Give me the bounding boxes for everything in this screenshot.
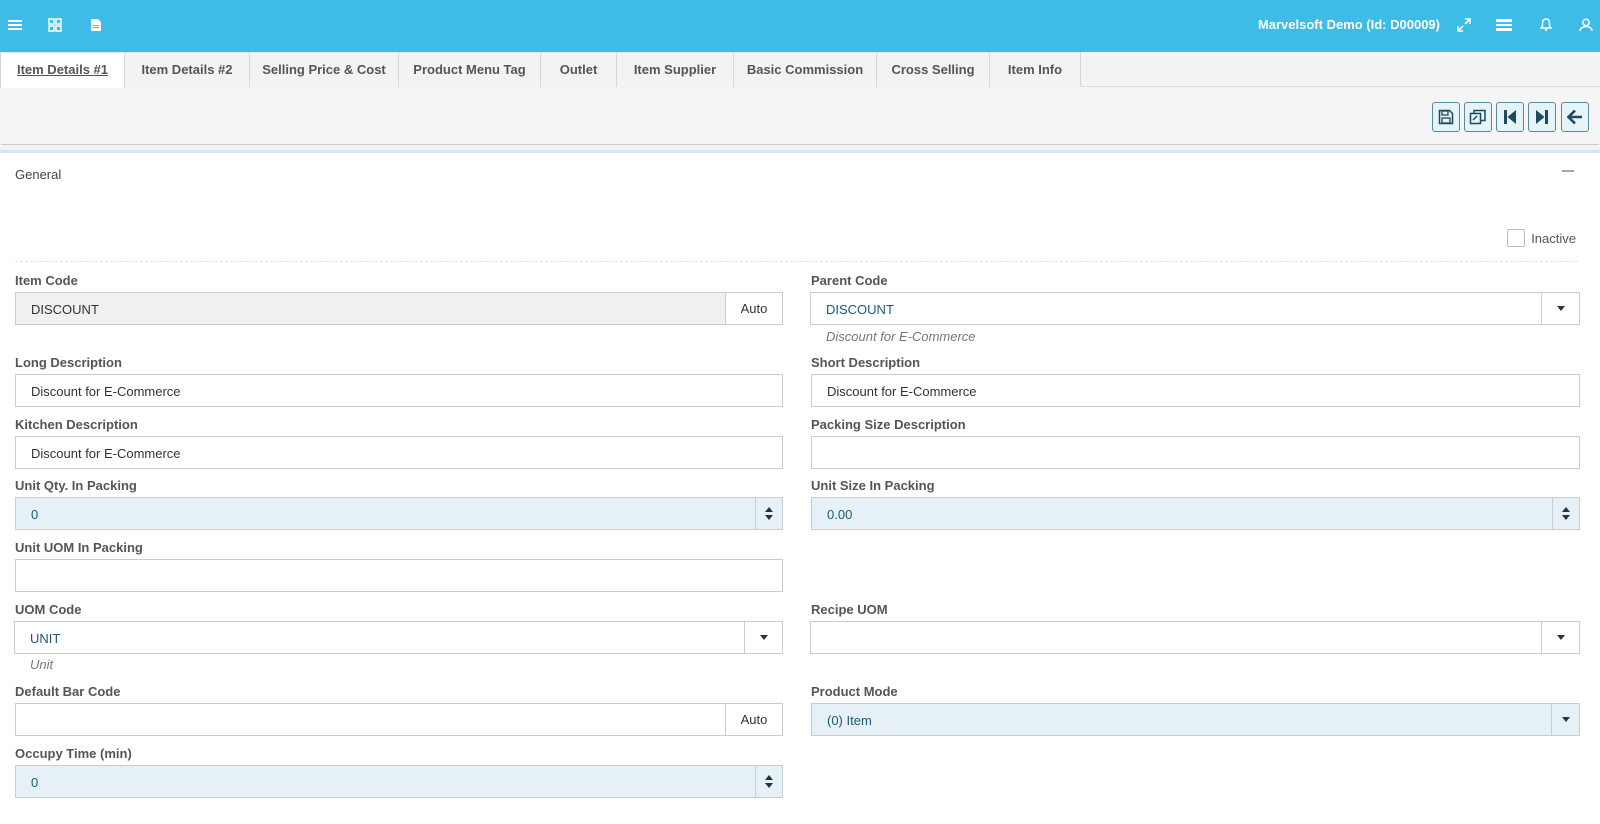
bell-icon[interactable] [1534, 13, 1558, 37]
occupy-time-label: Occupy Time (min) [15, 746, 132, 761]
grid-icon[interactable] [43, 13, 67, 37]
short-description-value: Discount for E-Commerce [827, 384, 977, 399]
parent-code-label: Parent Code [811, 273, 888, 288]
unit-qty-in-packing-value: 0 [31, 507, 39, 522]
unit-uom-in-packing-label: Unit UOM In Packing [15, 540, 143, 555]
unit-size-in-packing-value: 0.00 [827, 507, 853, 522]
occupy-time-stepper[interactable]: 0 [15, 765, 783, 798]
parent-code-select[interactable]: DISCOUNT [810, 292, 1580, 325]
tab-product-menu-tag[interactable]: Product Menu Tag [399, 52, 541, 87]
packing-size-description-input[interactable] [811, 436, 1580, 469]
top-bar: Marvelsoft Demo (Id: D00009) [0, 0, 1600, 52]
item-code-label: Item Code [15, 273, 78, 288]
copy-icon [1469, 109, 1486, 125]
checkbox-box[interactable] [1507, 229, 1526, 247]
save-icon [1438, 109, 1454, 125]
kitchen-description-value: Discount for E-Commerce [31, 446, 181, 461]
long-description-input[interactable]: Discount for E-Commerce [15, 374, 783, 407]
unit-size-in-packing-label: Unit Size In Packing [811, 478, 935, 493]
general-panel: General Inactive Item Code DISCOUNT Auto… [0, 150, 1600, 824]
copy-button[interactable] [1464, 102, 1492, 132]
stepper-arrows-icon[interactable] [1552, 498, 1579, 529]
product-mode-value: (0) Item [827, 713, 872, 728]
short-description-input[interactable]: Discount for E-Commerce [811, 374, 1580, 407]
unit-uom-in-packing-input[interactable] [15, 559, 783, 592]
panel-title: General [15, 167, 62, 182]
tab-item-details-2[interactable]: Item Details #2 [125, 52, 250, 87]
bar-code-auto-button[interactable]: Auto [725, 704, 782, 735]
first-record-button[interactable] [1496, 102, 1524, 132]
unit-qty-in-packing-label: Unit Qty. In Packing [15, 478, 137, 493]
settings-icon[interactable] [1492, 13, 1516, 37]
record-toolbar [1, 88, 1599, 145]
expand-icon[interactable] [1452, 13, 1476, 37]
unit-size-in-packing-stepper[interactable]: 0.00 [811, 497, 1580, 530]
first-record-icon [1504, 110, 1516, 124]
product-mode-label: Product Mode [811, 684, 898, 699]
recipe-uom-label: Recipe UOM [811, 602, 888, 617]
menu-icon[interactable] [3, 13, 27, 37]
chevron-down-icon[interactable] [744, 622, 782, 653]
last-record-icon [1536, 110, 1548, 124]
collapse-icon[interactable] [1562, 170, 1574, 172]
item-code-value: DISCOUNT [31, 302, 99, 317]
stepper-arrows-icon[interactable] [755, 498, 782, 529]
company-name: Marvelsoft Demo (Id: D00009) [1257, 17, 1440, 32]
last-record-button[interactable] [1528, 102, 1556, 132]
default-bar-code-label: Default Bar Code [15, 684, 121, 699]
save-button[interactable] [1432, 102, 1460, 132]
uom-code-label: UOM Code [15, 602, 82, 617]
occupy-time-value: 0 [31, 775, 39, 790]
tab-item-info[interactable]: Item Info [990, 52, 1081, 87]
parent-code-value: DISCOUNT [826, 302, 894, 317]
short-description-label: Short Description [811, 355, 921, 370]
tab-selling-price-cost[interactable]: Selling Price & Cost [250, 52, 399, 87]
uom-code-hint: Unit [30, 657, 54, 672]
stepper-arrows-icon[interactable] [755, 766, 782, 797]
document-icon[interactable] [84, 13, 108, 37]
parent-code-hint: Discount for E-Commerce [826, 329, 976, 344]
chevron-down-icon[interactable] [1541, 622, 1579, 653]
long-description-label: Long Description [15, 355, 122, 370]
tab-cross-selling[interactable]: Cross Selling [877, 52, 990, 87]
inactive-label: Inactive [1531, 230, 1576, 246]
item-code-auto-button[interactable]: Auto [725, 293, 782, 324]
long-description-value: Discount for E-Commerce [31, 384, 181, 399]
packing-size-description-label: Packing Size Description [811, 417, 966, 432]
tab-item-details-1[interactable]: Item Details #1 [0, 52, 125, 88]
uom-code-select[interactable]: UNIT [14, 621, 783, 654]
inactive-checkbox[interactable]: Inactive [1507, 229, 1576, 247]
back-button[interactable] [1561, 102, 1589, 132]
kitchen-description-label: Kitchen Description [15, 417, 138, 432]
divider [15, 261, 1578, 262]
product-mode-select[interactable]: (0) Item [811, 703, 1580, 736]
recipe-uom-select[interactable] [810, 621, 1580, 654]
unit-qty-in-packing-stepper[interactable]: 0 [15, 497, 783, 530]
chevron-down-icon[interactable] [1541, 293, 1579, 324]
tab-basic-commission[interactable]: Basic Commission [734, 52, 877, 87]
default-bar-code-input[interactable]: Auto [15, 703, 783, 736]
user-icon[interactable] [1574, 13, 1598, 37]
tab-item-supplier[interactable]: Item Supplier [617, 52, 734, 87]
back-arrow-icon [1567, 109, 1582, 125]
item-code-field[interactable]: DISCOUNT Auto [15, 292, 783, 325]
kitchen-description-input[interactable]: Discount for E-Commerce [15, 436, 783, 469]
tab-bar: Item Details #1 Item Details #2 Selling … [0, 52, 1600, 88]
uom-code-value: UNIT [30, 631, 61, 646]
tab-outlet[interactable]: Outlet [541, 52, 617, 87]
chevron-down-icon[interactable] [1551, 704, 1579, 735]
